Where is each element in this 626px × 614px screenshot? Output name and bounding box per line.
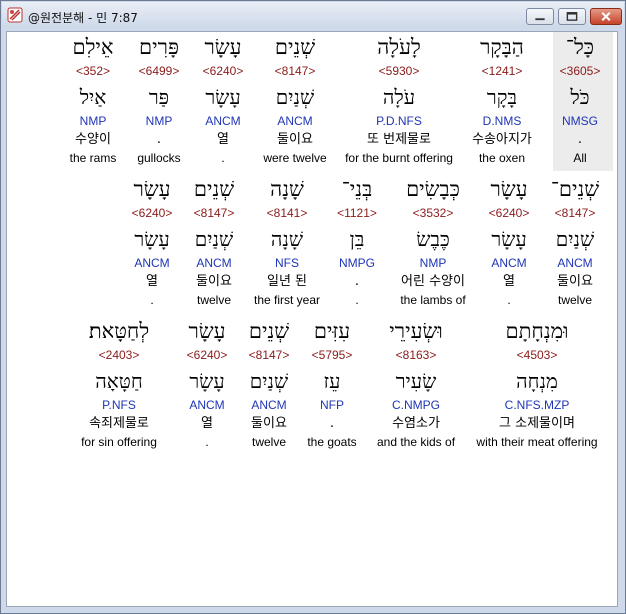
app-icon bbox=[7, 7, 23, 23]
interlinear-word[interactable]: עָשָׂר <6240> עָשָׂר ANCM 열. bbox=[77, 177, 227, 313]
strongs-number: <2403> bbox=[98, 348, 140, 362]
english-gloss: the rams bbox=[69, 151, 117, 165]
lexical-form: אַיִל bbox=[79, 85, 107, 109]
lexical-form: עָשָׂר bbox=[134, 227, 170, 251]
minimize-button[interactable] bbox=[526, 8, 554, 25]
korean-gloss: 수양이 bbox=[75, 132, 111, 147]
interlinear-word[interactable]: לְחַטָּאת׃ <2403> חַטָּאָה P.NFS 속죄제물로 for si… bbox=[44, 319, 194, 455]
hebrew-word: לְחַטָּאת׃ bbox=[88, 319, 150, 343]
close-button[interactable] bbox=[590, 8, 622, 25]
window-title: @원전분해 - 민 7:87 bbox=[28, 11, 138, 25]
strongs-number: <6240> bbox=[131, 206, 173, 220]
maximize-button[interactable] bbox=[558, 8, 586, 25]
maximize-icon bbox=[566, 12, 578, 21]
interlinear-word[interactable]: אֵילִם <352> אַיִל NMP 수양이 the rams bbox=[18, 35, 168, 171]
strongs-number: <352> bbox=[75, 64, 111, 78]
interlinear-panel[interactable]: כָּל־ <3605> כֹּל NMSG. All הַבָּקָר <1241> בָּ… bbox=[6, 31, 618, 607]
close-icon bbox=[601, 12, 611, 21]
morphology-code: NMP bbox=[79, 114, 107, 128]
title-bar[interactable]: @원전분해 - 민 7:87 bbox=[2, 2, 624, 28]
hebrew-word: אֵילִם bbox=[72, 35, 114, 59]
app-window: @원전분해 - 민 7:87 כָּל־ <3605> כֹּל NMSG. All הַ… bbox=[0, 0, 626, 614]
lexical-form: חַטָּאָה bbox=[95, 369, 143, 393]
korean-gloss: 열 bbox=[146, 274, 158, 289]
english-gloss: for sin offering bbox=[81, 435, 157, 449]
hebrew-word: עָשָׂר bbox=[133, 177, 171, 201]
minimize-icon bbox=[535, 18, 545, 21]
morphology-code: ANCM bbox=[134, 256, 170, 270]
korean-gloss: 속죄제물로 bbox=[89, 416, 149, 431]
english-gloss: . bbox=[150, 293, 154, 307]
morphology-code: P.NFS bbox=[102, 398, 136, 412]
